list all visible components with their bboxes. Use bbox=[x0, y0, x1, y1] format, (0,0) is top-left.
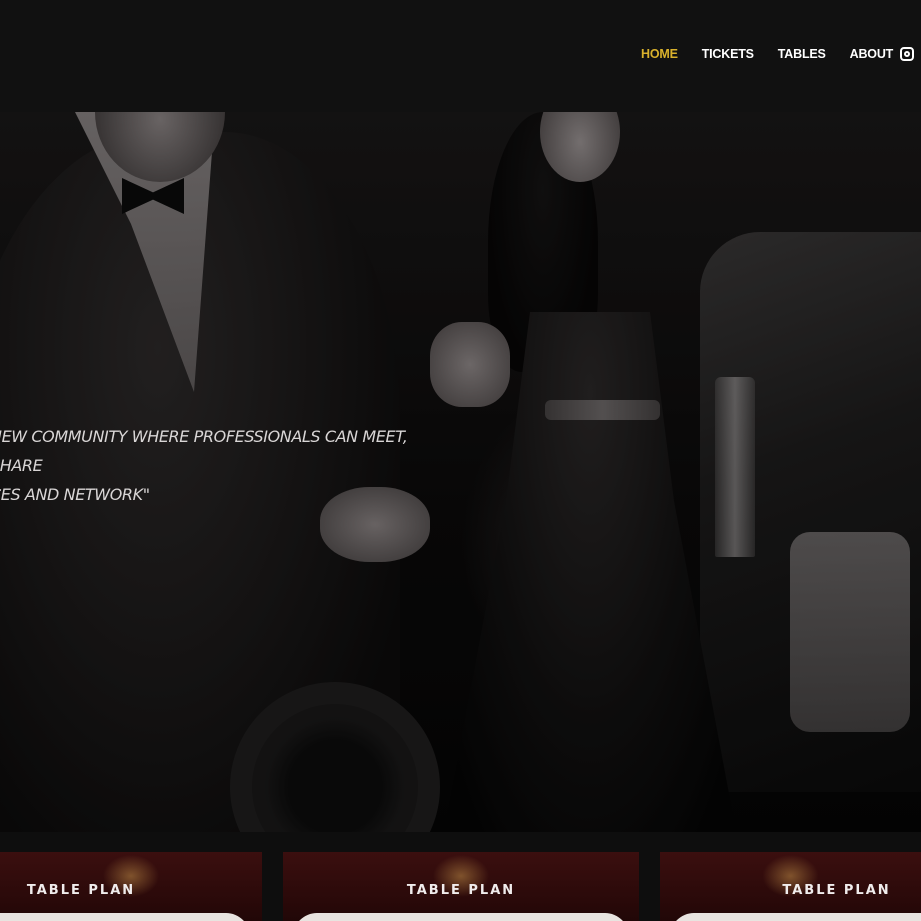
nav-about-link[interactable]: ABOUT bbox=[850, 46, 894, 62]
table-plan-label: TABLE PLAN bbox=[782, 883, 891, 898]
main-nav: HOME TICKETS TABLES ABOUT bbox=[641, 46, 917, 62]
table-plan-card[interactable]: TABLE PLAN bbox=[0, 852, 262, 921]
table-plan-label: TABLE PLAN bbox=[406, 883, 516, 898]
table-plan-graphic bbox=[670, 913, 921, 921]
table-plan-graphic bbox=[293, 913, 629, 921]
instagram-icon[interactable] bbox=[900, 47, 914, 61]
table-plan-label: TABLE PLAN bbox=[26, 883, 136, 898]
hero-quote: NEW COMMUNITY WHERE PROFESSIONALS CAN ME… bbox=[0, 427, 408, 504]
hero-section: NEW COMMUNITY WHERE PROFESSIONALS CAN ME… bbox=[0, 112, 921, 832]
nav-home-link[interactable]: HOME bbox=[641, 46, 678, 62]
table-plan-graphic bbox=[0, 913, 250, 921]
nav-tables-link[interactable]: TABLES bbox=[778, 46, 826, 62]
table-plan-card[interactable]: TABLE PLAN bbox=[283, 852, 639, 921]
site-header: HOME TICKETS TABLES ABOUT bbox=[0, 0, 921, 112]
table-plan-card[interactable]: TABLE PLAN bbox=[660, 852, 921, 921]
nav-tickets-link[interactable]: TICKETS bbox=[702, 46, 754, 62]
table-plan-cards: TABLE PLAN TABLE PLAN TABLE PLAN bbox=[0, 832, 921, 921]
